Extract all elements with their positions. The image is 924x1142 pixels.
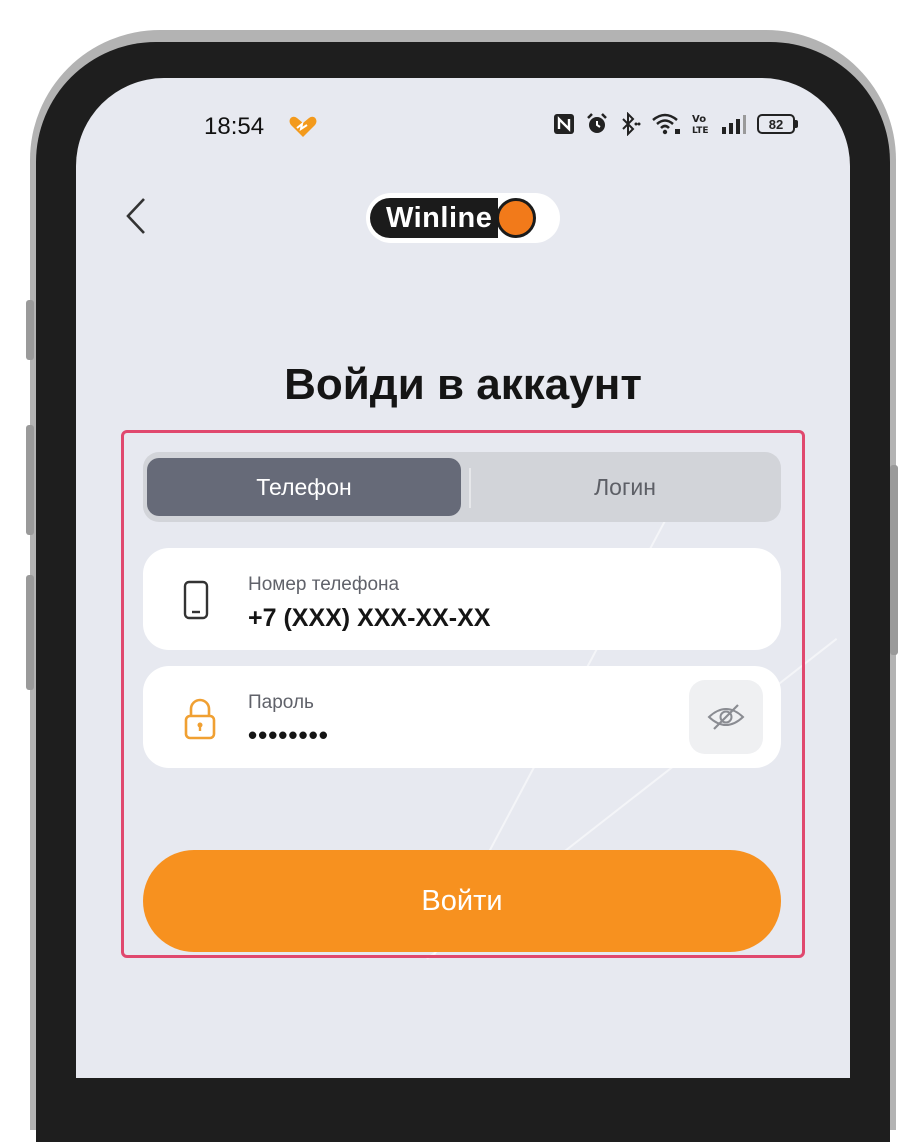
login-button[interactable]: Войти <box>143 850 781 952</box>
brand-logo: Winline <box>366 193 560 243</box>
toggle-password-visibility-button[interactable] <box>689 680 763 754</box>
logo-dot <box>496 198 537 238</box>
app-screen: 18:54 Vo LTE 82 Winline Войди в аккаунт … <box>76 78 850 1078</box>
battery-icon: 82 <box>757 114 798 134</box>
wifi-icon <box>652 113 680 135</box>
password-field[interactable]: Пароль •••••••• <box>143 666 781 768</box>
heart-icon <box>288 116 318 143</box>
tab-divider <box>469 468 471 508</box>
login-method-tabs: Телефон Логин <box>143 452 781 522</box>
tab-login[interactable]: Логин <box>473 458 777 516</box>
password-input[interactable]: •••••••• <box>248 720 329 751</box>
volte-icon: Vo LTE <box>692 114 709 136</box>
phone-field[interactable]: Номер телефона +7 (XXX) XXX-XX-XX <box>143 548 781 650</box>
back-button[interactable] <box>116 194 156 238</box>
phone-side-button <box>26 425 34 535</box>
bluetooth-icon <box>622 112 641 136</box>
password-field-label: Пароль <box>248 692 314 713</box>
page-title: Войди в аккаунт <box>284 360 642 409</box>
lock-icon <box>183 698 217 745</box>
status-time: 18:54 <box>204 113 265 140</box>
eye-off-icon <box>707 704 745 730</box>
chevron-left-icon <box>126 198 145 234</box>
phone-side-button <box>26 575 34 690</box>
alarm-icon <box>587 113 607 133</box>
phone-input[interactable]: +7 (XXX) XXX-XX-XX <box>248 604 490 633</box>
nfc-icon <box>554 114 574 134</box>
phone-side-button <box>890 465 898 655</box>
phone-field-label: Номер телефона <box>248 574 400 595</box>
smartphone-icon <box>183 580 209 625</box>
tab-phone[interactable]: Телефон <box>147 458 461 516</box>
signal-icon <box>722 115 746 134</box>
phone-side-button <box>26 300 34 360</box>
battery-level: 82 <box>757 114 795 134</box>
svg-text:LTE: LTE <box>692 126 709 136</box>
status-icons: Vo LTE 82 <box>553 112 798 136</box>
logo-text: Winline <box>370 198 499 238</box>
svg-text:Vo: Vo <box>692 114 706 125</box>
